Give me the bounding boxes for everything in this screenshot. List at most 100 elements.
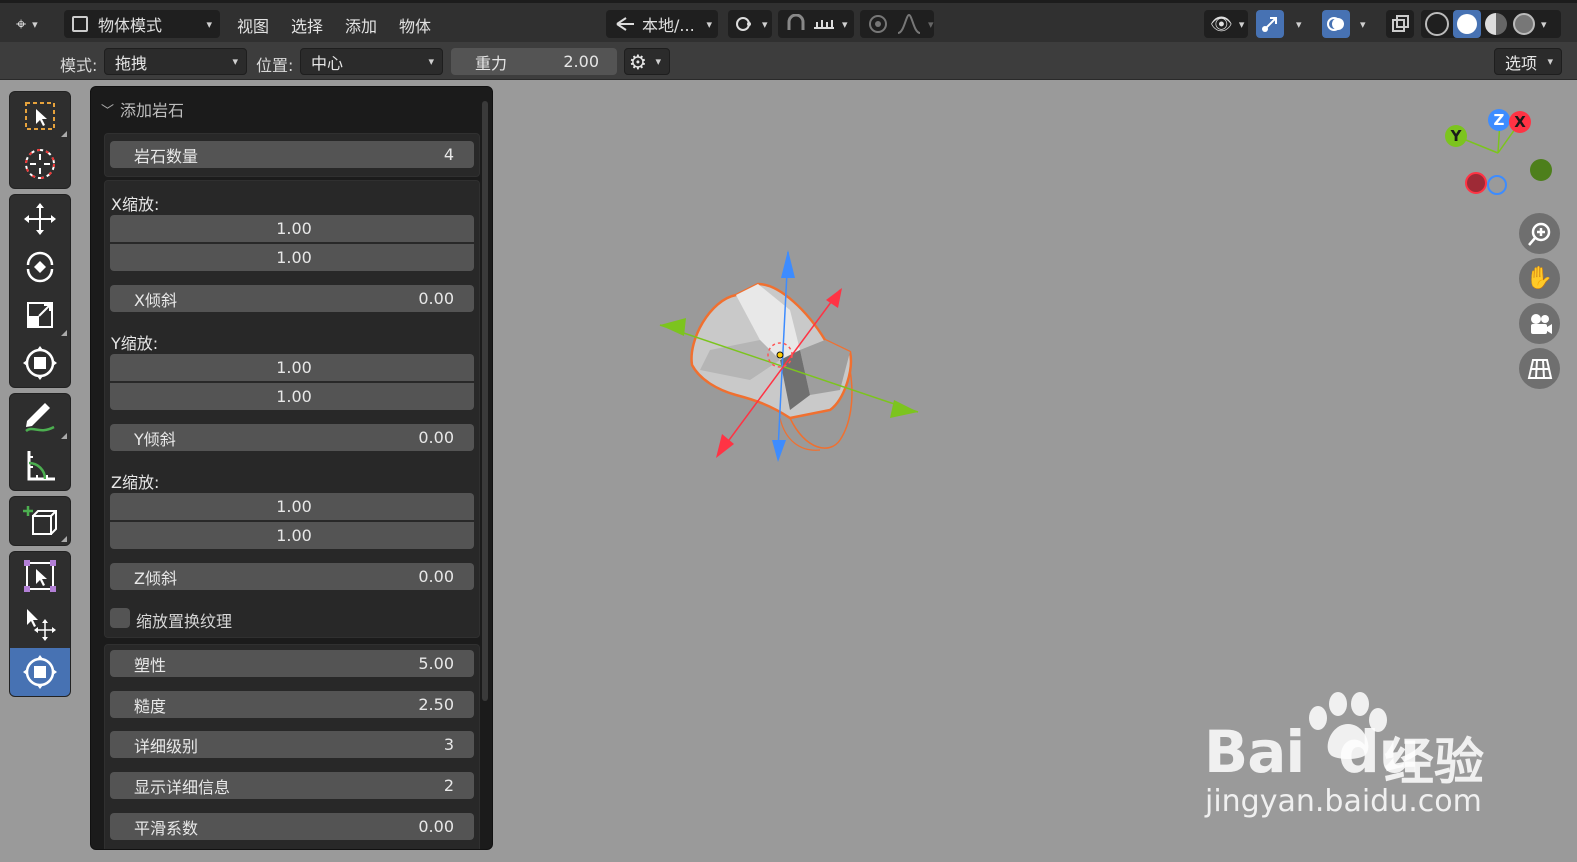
x-scale-label: X缩放: xyxy=(111,195,160,214)
snap-transform-tool[interactable] xyxy=(10,648,70,696)
wireframe-shading-icon[interactable] xyxy=(1425,12,1449,36)
mode-dropdown[interactable]: 物体模式 ▾ xyxy=(64,10,220,38)
position-dropdown[interactable]: 中心 ▾ xyxy=(300,48,443,75)
camera-view-button[interactable] xyxy=(1519,303,1560,344)
orientation-label: 本地/... xyxy=(642,16,695,35)
menu-select[interactable]: 选择 xyxy=(291,13,323,37)
roughness-field[interactable]: 糙度 2.50 xyxy=(110,691,474,718)
neg-z-axis-ball[interactable] xyxy=(1487,175,1507,195)
overlays-dropdown[interactable]: ▾ xyxy=(1354,10,1372,38)
move-origin-tool[interactable] xyxy=(10,600,70,648)
panel-scrollbar[interactable] xyxy=(482,101,488,701)
visibility-dropdown[interactable]: 👁 ▾ xyxy=(1204,10,1248,38)
annotate-tool[interactable] xyxy=(10,394,70,442)
navigation-gizmo[interactable]: Y Z X xyxy=(1440,105,1560,205)
cursor-tool[interactable] xyxy=(10,140,70,188)
x-skew-field[interactable]: X倾斜 0.00 xyxy=(110,285,474,312)
z-scale-max-value: 1.00 xyxy=(276,526,312,545)
origin-tool[interactable] xyxy=(10,552,70,600)
transform-orientation-dropdown[interactable]: 本地/... ▾ xyxy=(606,10,718,38)
display-detail-field[interactable]: 显示详细信息 2 xyxy=(110,772,474,799)
proportional-edit-group[interactable]: ▾ xyxy=(860,10,934,38)
gear-icon: ⚙ xyxy=(629,49,647,74)
rendered-shading-icon[interactable] xyxy=(1513,13,1535,35)
zoom-button[interactable] xyxy=(1519,213,1560,254)
x-axis-ball[interactable]: X xyxy=(1509,111,1531,133)
smooth-factor-field[interactable]: 平滑系数 0.00 xyxy=(110,813,474,840)
z-skew-field[interactable]: Z倾斜 0.00 xyxy=(110,563,474,590)
z-axis-ball[interactable]: Z xyxy=(1488,109,1510,131)
gravity-value: 2.00 xyxy=(563,52,599,71)
operator-panel-header[interactable]: ﹀ 添加岩石 xyxy=(101,97,184,121)
menu-object[interactable]: 物体 xyxy=(399,13,431,37)
menu-view[interactable]: 视图 xyxy=(237,13,269,37)
transform-tool[interactable] xyxy=(10,339,70,387)
menu-add[interactable]: 添加 xyxy=(345,13,377,37)
x-scale-min-field[interactable]: 1.00 xyxy=(110,215,474,242)
z-scale-min-field[interactable]: 1.00 xyxy=(110,493,474,520)
overlays-toggle[interactable] xyxy=(1322,10,1350,38)
neg-x-axis-ball[interactable] xyxy=(1465,172,1487,194)
move-icon xyxy=(24,203,56,235)
operator-title: 添加岩石 xyxy=(120,101,185,120)
tool-group-select xyxy=(9,91,71,189)
move-tool[interactable] xyxy=(10,195,70,243)
grid-icon xyxy=(1527,358,1552,379)
solid-shading-icon[interactable] xyxy=(1453,10,1481,38)
origin-icon xyxy=(24,560,56,592)
z-axis-label: Z xyxy=(1493,111,1505,129)
cursor-icon xyxy=(25,149,55,179)
pivot-point-dropdown[interactable]: ▾ xyxy=(728,10,772,38)
pan-button[interactable]: ✋ xyxy=(1519,258,1560,299)
editor-type-button[interactable]: ⌖ ▾ xyxy=(12,10,54,38)
shading-group[interactable]: ▾ xyxy=(1421,10,1561,38)
chevron-down-icon: ▾ xyxy=(1547,55,1553,68)
more-tools-indicator xyxy=(61,131,67,137)
scale-texture-checkbox[interactable] xyxy=(110,608,130,628)
perspective-toggle-button[interactable] xyxy=(1519,348,1560,389)
y-axis-ball[interactable]: Y xyxy=(1445,125,1467,147)
rotate-tool[interactable] xyxy=(10,243,70,291)
x-scale-max-field[interactable]: 1.00 xyxy=(110,244,474,271)
y-scale-max-field[interactable]: 1.00 xyxy=(110,383,474,410)
z-scale-max-field[interactable]: 1.00 xyxy=(110,522,474,549)
material-shading-icon[interactable] xyxy=(1485,13,1507,35)
gizmo-dropdown[interactable]: ▾ xyxy=(1290,10,1308,38)
xray-toggle[interactable] xyxy=(1386,10,1414,38)
watermark-url: jingyan.baidu.com xyxy=(1205,784,1482,819)
tool-settings-dropdown[interactable]: ⚙ ▾ xyxy=(624,48,670,75)
scale-tool[interactable] xyxy=(10,291,70,339)
chevron-down-icon: ﹀ xyxy=(101,103,115,119)
camera-icon xyxy=(1530,313,1552,334)
measure-tool[interactable] xyxy=(10,442,70,490)
add-cube-icon xyxy=(23,506,57,535)
snap-group[interactable]: ▾ xyxy=(778,10,854,38)
y-skew-field[interactable]: Y倾斜 0.00 xyxy=(110,424,474,451)
options-dropdown[interactable]: 选项 ▾ xyxy=(1494,48,1562,75)
rock-count-field[interactable]: 岩石数量 4 xyxy=(110,141,474,168)
overlays-icon xyxy=(1327,17,1344,31)
y-scale-label: Y缩放: xyxy=(111,334,159,353)
add-cube-tool[interactable] xyxy=(10,497,70,545)
y-scale-min-field[interactable]: 1.00 xyxy=(110,354,474,381)
drag-mode-dropdown[interactable]: 拖拽 ▾ xyxy=(104,48,247,75)
plasticity-field[interactable]: 塑性 5.00 xyxy=(110,650,474,677)
more-tools-indicator xyxy=(61,536,67,542)
tool-settings-bar: 模式: 拖拽 ▾ 位置: 中心 ▾ 重力 2.00 ⚙ ▾ 选项 ▾ xyxy=(0,42,1577,80)
chevron-down-icon: ▾ xyxy=(706,17,712,31)
chevron-down-icon: ▾ xyxy=(1296,17,1302,31)
rock-object[interactable] xyxy=(640,240,940,470)
gravity-field[interactable]: 重力 2.00 xyxy=(451,48,617,75)
gizmo-toggle[interactable] xyxy=(1256,10,1284,38)
select-box-icon xyxy=(25,102,55,130)
mode-field-label: 模式: xyxy=(60,56,98,75)
position-field-label: 位置: xyxy=(256,56,294,75)
more-tools-indicator xyxy=(61,433,67,439)
detail-level-field[interactable]: 详细级别 3 xyxy=(110,731,474,758)
falloff-icon xyxy=(897,13,921,34)
plasticity-label: 塑性 xyxy=(134,655,167,675)
select-box-tool[interactable] xyxy=(10,92,70,140)
x-skew-label: X倾斜 xyxy=(134,290,177,310)
neg-y-axis-ball[interactable] xyxy=(1530,159,1552,181)
smooth-factor-label: 平滑系数 xyxy=(134,818,199,838)
